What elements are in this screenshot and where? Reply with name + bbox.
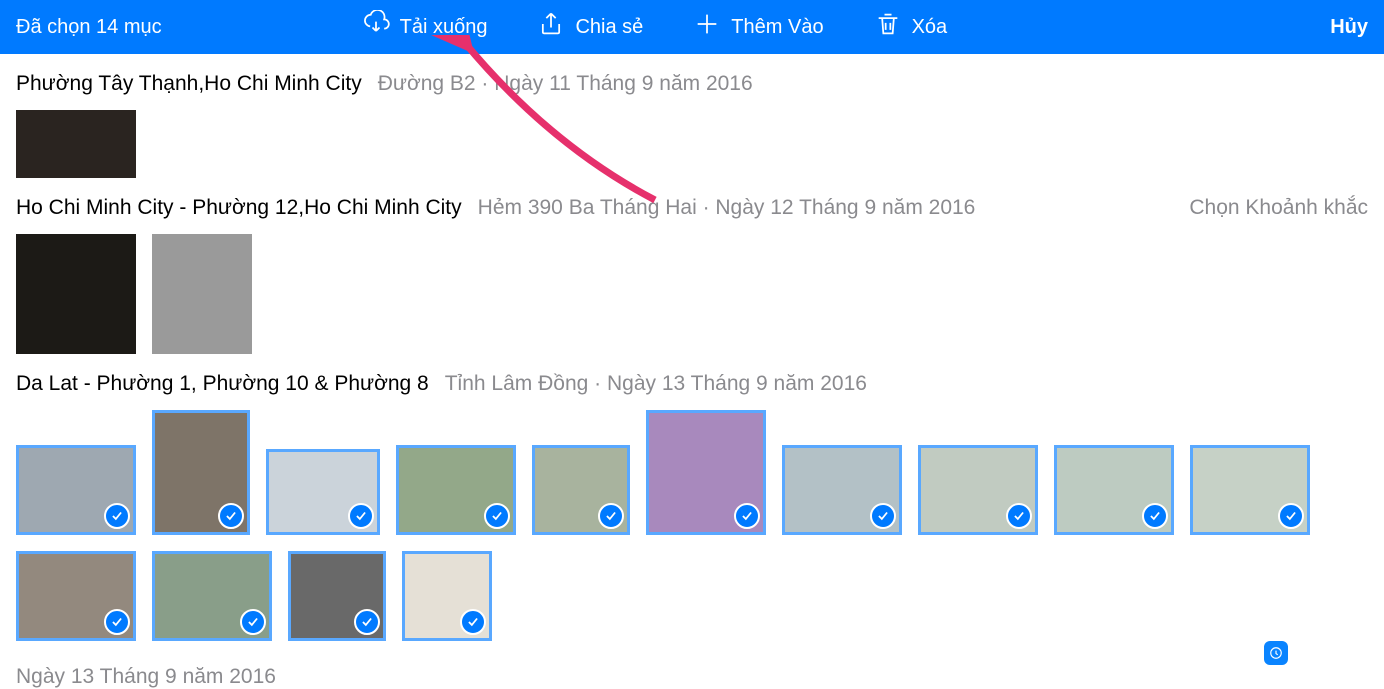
photo-thumbnail[interactable] [152,410,250,535]
photo-thumbnail[interactable] [16,110,136,178]
photo-thumbnail[interactable] [16,445,136,535]
checkmark-icon [1278,503,1304,529]
plus-icon [693,10,721,44]
select-moment-button[interactable]: Chọn Khoảnh khắc [1189,196,1368,220]
photo-thumbnail[interactable] [152,234,252,354]
section-title: Phường Tây Thạnh,Ho Chi Minh City [16,72,362,96]
photo-thumbnail[interactable] [532,445,630,535]
checkmark-icon [460,609,486,635]
checkmark-icon [1006,503,1032,529]
checkmark-icon [870,503,896,529]
section-subtitle: Tỉnh Lâm Đồng · Ngày 13 Tháng 9 năm 2016 [445,372,867,396]
selection-count: Đã chọn 14 mục [16,16,162,39]
checkmark-icon [1142,503,1168,529]
cancel-button[interactable]: Hủy [1330,16,1368,39]
selection-toolbar: Đã chọn 14 mục Tải xuống Chia sẻ Thêm Và… [0,0,1384,54]
photo-thumbnail[interactable] [782,445,902,535]
thumbnail-row [16,396,1368,641]
trash-icon [874,10,902,44]
thumbnail-row [16,220,1368,354]
section-header: Da Lat - Phường 1, Phường 10 & Phường 8 T… [16,354,1368,396]
photo-thumbnail[interactable] [152,551,272,641]
photo-thumbnail[interactable] [16,551,136,641]
checkmark-icon [240,609,266,635]
photo-thumbnail[interactable] [396,445,516,535]
section-subtitle: Hẻm 390 Ba Tháng Hai · Ngày 12 Tháng 9 n… [478,196,976,220]
photo-thumbnail[interactable] [918,445,1038,535]
photo-thumbnail[interactable] [266,449,380,535]
add-to-button[interactable]: Thêm Vào [693,10,823,44]
checkmark-icon [104,503,130,529]
checkmark-icon [354,609,380,635]
addto-label: Thêm Vào [731,16,823,39]
photo-thumbnail[interactable] [288,551,386,641]
checkmark-icon [598,503,624,529]
footer-date: Ngày 13 Tháng 9 năm 2016 [0,641,1384,689]
share-button[interactable]: Chia sẻ [537,10,643,44]
photo-thumbnail[interactable] [646,410,766,535]
section-header: Phường Tây Thạnh,Ho Chi Minh City Đường B… [16,54,1368,96]
download-label: Tải xuống [400,16,488,39]
section-header: Ho Chi Minh City - Phường 12,Ho Chi Minh… [16,178,1368,220]
checkmark-icon [104,609,130,635]
photo-thumbnail[interactable] [16,234,136,354]
checkmark-icon [218,503,244,529]
delete-label: Xóa [912,16,948,39]
photo-thumbnail[interactable] [1190,445,1310,535]
delete-button[interactable]: Xóa [874,10,948,44]
checkmark-icon [484,503,510,529]
checkmark-icon [348,503,374,529]
share-label: Chia sẻ [575,16,643,39]
photos-content: Phường Tây Thạnh,Ho Chi Minh City Đường B… [0,54,1384,641]
section-subtitle: Đường B2 · Ngày 11 Tháng 9 năm 2016 [378,72,753,96]
app-badge-icon [1264,641,1288,665]
download-button[interactable]: Tải xuống [362,10,488,44]
share-icon [537,10,565,44]
section-title: Da Lat - Phường 1, Phường 10 & Phường 8 [16,372,429,396]
cloud-download-icon [362,10,390,44]
thumbnail-row [16,96,1368,178]
checkmark-icon [734,503,760,529]
section-title: Ho Chi Minh City - Phường 12,Ho Chi Minh… [16,196,462,220]
photo-thumbnail[interactable] [402,551,492,641]
photo-thumbnail[interactable] [1054,445,1174,535]
